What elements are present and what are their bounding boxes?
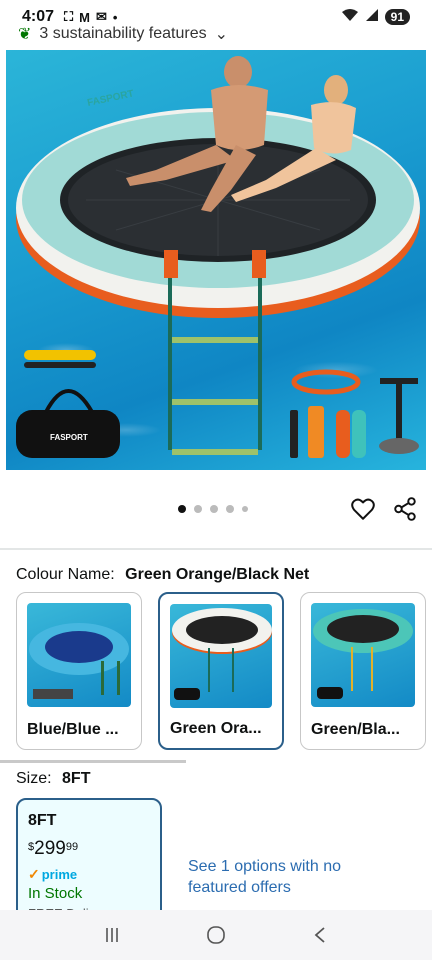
pager-dot[interactable] <box>194 505 202 513</box>
prime-badge: ✓ prime <box>28 866 150 883</box>
swatch-name: Blue/Blue ... <box>27 721 119 738</box>
home-button[interactable] <box>201 920 231 950</box>
swatch-name: Green/Bla... <box>311 721 400 738</box>
trampoline-illustration: FASPORT FASPORT <box>16 56 420 458</box>
screenshot-icon: ⛶ <box>64 9 74 24</box>
recent-apps-button[interactable] <box>97 920 127 950</box>
prime-label: prime <box>41 867 78 882</box>
share-icon[interactable] <box>392 496 418 522</box>
product-image[interactable]: FASPORT FASPORT <box>6 50 426 470</box>
see-options-link[interactable]: See 1 options with no featured offers <box>188 856 358 898</box>
gmail-icon: M <box>79 9 90 25</box>
dot-icon: • <box>112 9 118 25</box>
pager-dot[interactable] <box>178 505 186 513</box>
price: $ 299 99 <box>28 838 150 860</box>
swatch-name: Green Ora... <box>170 720 262 737</box>
size-label: Size: <box>16 770 52 787</box>
battery-icon: 91 <box>384 9 410 25</box>
size-value: 8FT <box>62 770 91 787</box>
size-option-card[interactable]: 8FT $ 299 99 ✓ prime In Stock FREE Deli.… <box>16 798 162 928</box>
chevron-down-icon: ⌄ <box>214 26 229 43</box>
colour-label: Colour Name: <box>16 566 115 583</box>
colour-swatch-blue[interactable]: Blue/Blue ... <box>16 592 142 750</box>
swatch-thumbnail <box>170 604 272 708</box>
colour-swatch-green-black[interactable]: Green/Bla... <box>300 592 426 750</box>
wishlist-heart-icon[interactable] <box>350 496 376 522</box>
stock-status: In Stock <box>28 885 83 902</box>
notification-icons: ⛶ M ✉ • <box>64 9 117 25</box>
system-icons: 91 <box>341 8 410 27</box>
svg-text:FASPORT: FASPORT <box>86 88 134 109</box>
signal-icon <box>365 8 379 27</box>
image-pager[interactable] <box>178 505 248 513</box>
colour-value: Green Orange/Black Net <box>125 566 310 583</box>
system-navigation-bar <box>0 910 432 960</box>
svg-text:FASPORT: FASPORT <box>50 433 88 442</box>
colour-swatch-list[interactable]: Blue/Blue ... Green Ora... Green/Bla... <box>16 592 432 752</box>
prime-check-icon: ✓ <box>28 866 40 882</box>
leaf-icon: ❦ <box>18 26 32 43</box>
swatch-thumbnail <box>27 603 131 707</box>
pager-dot[interactable] <box>242 506 248 512</box>
swatch-thumbnail <box>311 603 415 707</box>
sustainability-link[interactable]: ❦ 3 sustainability features ⌄ <box>18 24 228 44</box>
section-divider <box>0 548 432 550</box>
back-button[interactable] <box>305 920 335 950</box>
size-option-name: 8FT <box>28 812 57 829</box>
price-fraction: 99 <box>65 841 79 853</box>
price-whole: 299 <box>34 838 66 859</box>
size-selector-header: Size: 8FT <box>16 770 90 788</box>
swatch-scrollbar[interactable] <box>0 760 186 763</box>
colour-swatch-green-orange[interactable]: Green Ora... <box>158 592 284 750</box>
sustainability-label: 3 sustainability features <box>39 25 207 42</box>
pager-dot[interactable] <box>210 505 218 513</box>
pager-dot[interactable] <box>226 505 234 513</box>
mail-icon: ✉ <box>95 9 107 24</box>
wifi-icon <box>341 8 359 27</box>
colour-selector-header: Colour Name: Green Orange/Black Net <box>16 566 309 584</box>
